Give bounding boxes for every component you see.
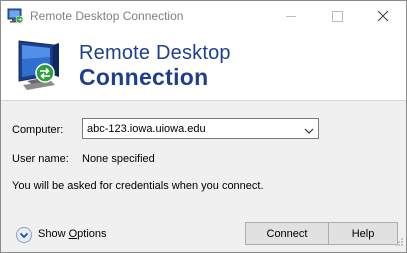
- maximize-icon[interactable]: [314, 1, 360, 31]
- expand-circle-icon[interactable]: [15, 226, 33, 247]
- banner-title-line1: Remote Desktop: [79, 42, 231, 64]
- connect-button[interactable]: Connect: [245, 222, 329, 245]
- computer-combobox[interactable]: abc-123.iowa.uiowa.edu: [82, 118, 319, 139]
- chevron-down-icon[interactable]: [304, 125, 314, 138]
- username-value: None specified: [82, 153, 155, 165]
- show-options-label[interactable]: Show Options: [38, 228, 107, 240]
- banner-title-line2: Connection: [79, 64, 209, 90]
- remote-desktop-monitor-icon: [13, 37, 69, 93]
- window-title: Remote Desktop Connection: [30, 9, 184, 23]
- remote-desktop-window: Remote Desktop Connection Remote Desktop: [0, 0, 407, 253]
- help-button[interactable]: Help: [328, 222, 398, 245]
- minimize-icon[interactable]: [268, 1, 314, 31]
- show-options-button[interactable]: Show Options: [15, 226, 110, 244]
- header-banner: Remote Desktop Connection: [1, 31, 406, 101]
- credentials-info-text: You will be asked for credentials when y…: [12, 180, 264, 192]
- remote-desktop-icon: [7, 8, 24, 24]
- computer-value[interactable]: abc-123.iowa.uiowa.edu: [87, 123, 206, 135]
- username-label: User name:: [12, 153, 69, 165]
- resize-grip-icon[interactable]: [394, 237, 404, 250]
- close-icon[interactable]: [360, 1, 406, 31]
- title-bar[interactable]: Remote Desktop Connection: [1, 1, 406, 31]
- computer-label: Computer:: [12, 124, 64, 136]
